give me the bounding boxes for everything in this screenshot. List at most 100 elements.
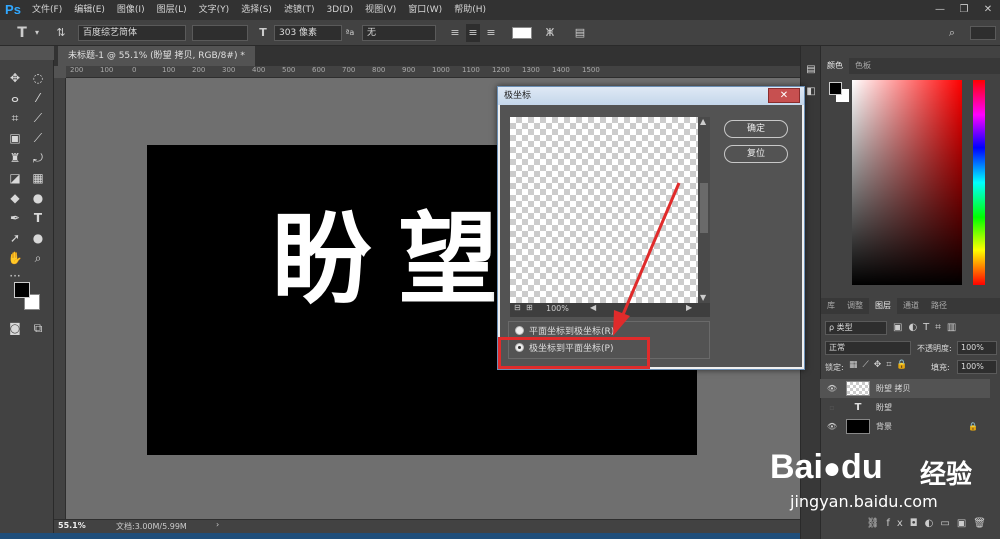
crop-tool-icon[interactable]: ⌗ <box>5 108 25 128</box>
eraser-icon[interactable]: ◪ <box>5 168 25 188</box>
scroll-up-icon[interactable]: ▲ <box>700 117 706 126</box>
menu-select[interactable]: 选择(S) <box>235 0 278 20</box>
zoom-tool-icon[interactable]: ⌕ <box>28 248 48 268</box>
tab-adjustments[interactable]: 调整 <box>841 298 869 314</box>
restore-button[interactable]: ❐ <box>952 0 976 20</box>
ruler-tick: 600 <box>312 66 326 74</box>
radio-button[interactable] <box>515 326 524 335</box>
font-size-input[interactable]: 303 像素 <box>274 25 342 41</box>
preview-area[interactable] <box>510 117 698 303</box>
eye-icon[interactable]: 👁 <box>826 417 838 436</box>
warp-text-icon[interactable]: ⵥ <box>542 24 558 42</box>
highlight-box <box>498 337 650 369</box>
layer-thumbnail <box>846 419 870 434</box>
fill-label: 填充: <box>931 363 950 372</box>
ruler-tick: 1100 <box>462 66 480 74</box>
menu-edit[interactable]: 编辑(E) <box>68 0 111 20</box>
foreground-color-swatch[interactable] <box>14 282 30 298</box>
workspace-select[interactable] <box>970 26 996 40</box>
menu-3d[interactable]: 3D(D) <box>320 0 359 20</box>
layer-filter-select[interactable]: ρ 类型 <box>825 321 887 335</box>
menu-image[interactable]: 图像(I) <box>111 0 151 20</box>
color-picker-field[interactable] <box>852 80 962 285</box>
layer-row[interactable]: 👁 盼望 拷贝 <box>820 379 990 398</box>
magic-wand-icon[interactable]: ⁄ <box>28 88 48 108</box>
type-tool-icon[interactable]: T <box>12 24 32 42</box>
layer-row[interactable]: ▫ T 盼望 <box>820 398 990 417</box>
text-color-swatch[interactable] <box>512 27 532 39</box>
menu-type[interactable]: 文字(Y) <box>193 0 236 20</box>
antialias-select[interactable]: 无 <box>362 25 436 41</box>
document-tab[interactable]: 未标题-1 @ 55.1% (盼望 拷贝, RGB/8#) * <box>58 46 255 66</box>
tab-libraries[interactable]: 库 <box>821 298 841 314</box>
history-panel-icon[interactable]: ▤ <box>801 60 821 80</box>
tab-paths[interactable]: 路径 <box>925 298 953 314</box>
scroll-left-icon[interactable]: ◀ <box>590 303 596 312</box>
font-style-select[interactable] <box>192 25 248 41</box>
quick-mask-icon[interactable]: ◙ <box>5 318 25 338</box>
scroll-right-icon[interactable]: ▶ <box>686 303 692 312</box>
tab-layers[interactable]: 图层 <box>869 298 897 314</box>
scroll-down-icon[interactable]: ▼ <box>700 293 706 302</box>
zoom-out-icon[interactable]: ⊟ <box>514 303 521 312</box>
menu-window[interactable]: 窗口(W) <box>402 0 448 20</box>
path-selection-icon[interactable]: ➚ <box>5 228 25 248</box>
screen-mode-icon[interactable]: ⧉ <box>28 318 48 338</box>
brush-tool-icon[interactable]: ⟋ <box>28 128 48 148</box>
search-icon[interactable]: ⌕ <box>944 24 960 42</box>
fill-input[interactable]: 100% <box>957 360 997 374</box>
close-button[interactable]: ✕ <box>976 0 1000 20</box>
zoom-in-icon[interactable]: ⊞ <box>526 303 533 312</box>
align-left-icon[interactable]: ≡ <box>448 24 462 42</box>
menu-filter[interactable]: 滤镜(T) <box>278 0 321 20</box>
dodge-tool-icon[interactable]: ● <box>28 188 48 208</box>
tab-channels[interactable]: 通道 <box>897 298 925 314</box>
character-panel-icon[interactable]: ▤ <box>572 24 588 42</box>
zoom-level[interactable]: 55.1% <box>58 521 86 530</box>
align-center-icon[interactable]: ≡ <box>466 24 480 42</box>
chevron-down-icon[interactable]: ▾ <box>32 24 42 42</box>
ruler-tick: 1200 <box>492 66 510 74</box>
eye-icon[interactable]: 👁 <box>826 379 838 398</box>
jingyan-label: 经验 <box>920 460 973 490</box>
preview-scrollbar[interactable]: ▲ ▼ <box>698 117 710 303</box>
font-family-select[interactable]: 百度综艺简体 <box>78 25 186 41</box>
blend-mode-select[interactable]: 正常 <box>825 341 911 355</box>
menu-file[interactable]: 文件(F) <box>26 0 68 20</box>
clone-stamp-icon[interactable]: ♜ <box>5 148 25 168</box>
dialog-close-button[interactable]: ✕ <box>768 88 800 103</box>
tab-swatches[interactable]: 色板 <box>849 58 877 74</box>
eye-hidden-icon[interactable]: ▫ <box>826 398 838 417</box>
lasso-tool-icon[interactable]: ⴰ <box>5 88 25 108</box>
chevron-right-icon[interactable]: › <box>216 520 219 529</box>
layer-footer-icons[interactable]: ⛓fx◘◐▭▣🗑 <box>821 518 1000 536</box>
lock-icons[interactable]: ▦⟋✥⌗🔒 <box>849 360 913 370</box>
hand-tool-icon[interactable]: ✋ <box>5 248 25 268</box>
opacity-input[interactable]: 100% <box>957 341 997 355</box>
ellipse-tool-icon[interactable]: ● <box>28 228 48 248</box>
healing-brush-icon[interactable]: ▣ <box>5 128 25 148</box>
layer-filter-icons[interactable]: ▣◐T⌗▥ <box>893 321 993 335</box>
gradient-icon[interactable]: ▦ <box>28 168 48 188</box>
orientation-toggle-icon[interactable]: ⇅ <box>52 24 70 42</box>
ok-button[interactable]: 确定 <box>724 120 788 138</box>
tab-color[interactable]: 颜色 <box>821 58 849 74</box>
hue-slider[interactable] <box>973 80 985 285</box>
menu-help[interactable]: 帮助(H) <box>448 0 492 20</box>
minimize-button[interactable]: — <box>928 0 952 20</box>
pen-tool-icon[interactable]: ✒ <box>5 208 25 228</box>
panel-fg-swatch[interactable] <box>829 82 842 95</box>
eyedropper-icon[interactable]: ⟋ <box>28 108 48 128</box>
align-right-icon[interactable]: ≡ <box>484 24 498 42</box>
menu-view[interactable]: 视图(V) <box>359 0 402 20</box>
ruler-tick: 100 <box>162 66 176 74</box>
move-tool-icon[interactable]: ✥ <box>5 68 25 88</box>
layer-row[interactable]: 👁 背景 🔒 <box>820 417 990 436</box>
blur-tool-icon[interactable]: ◆ <box>5 188 25 208</box>
menu-layer[interactable]: 图层(L) <box>151 0 193 20</box>
marquee-tool-icon[interactable]: ◌ <box>28 68 48 88</box>
reset-button[interactable]: 复位 <box>724 145 788 163</box>
type-tool-icon[interactable]: T <box>28 208 48 228</box>
history-brush-icon[interactable]: ⤾ <box>28 148 48 168</box>
scroll-thumb[interactable] <box>700 183 708 233</box>
